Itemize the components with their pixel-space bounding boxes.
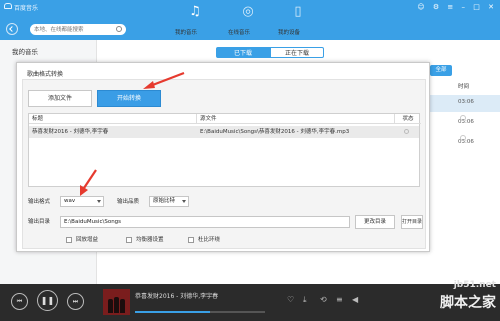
device-icon: ▯ — [294, 4, 302, 19]
row-action-icon[interactable] — [460, 135, 466, 141]
checkbox-box[interactable] — [66, 237, 72, 243]
annotation-arrow-icon — [143, 71, 185, 89]
dialog-title: 歌曲格式转换 — [27, 71, 64, 78]
row-status-cell — [395, 126, 419, 138]
column-source-header: 源文件 — [197, 114, 395, 124]
nav-online-music[interactable]: ◎ 在线音乐 — [228, 4, 268, 36]
change-dir-button[interactable]: 更改目录 — [355, 215, 395, 229]
annotation-arrow-icon — [80, 169, 97, 196]
output-dir-field[interactable]: E:\BaiduMusic\Songs — [60, 216, 350, 228]
column-time-header: 时间 — [458, 84, 470, 90]
settings-icon[interactable]: ⚙ — [433, 3, 439, 11]
nav-my-music-label: 我的音乐 — [175, 30, 198, 36]
nav-my-music[interactable]: ♫ 我的音乐 — [175, 4, 215, 36]
row-source-cell: E:\BaiduMusic\Songs\恭喜发财2016 - 刘德华,李宇春.m… — [200, 129, 350, 135]
output-quality-value: 原始比特 — [153, 198, 176, 204]
checkbox-box[interactable] — [126, 237, 132, 243]
back-button[interactable] — [6, 23, 18, 35]
search-input[interactable] — [34, 25, 110, 34]
maximize-icon[interactable]: □ — [473, 3, 480, 11]
tab-downloading[interactable]: 正在下载 — [270, 47, 324, 58]
skin-icon[interactable]: ☺ — [417, 3, 424, 11]
search-icon[interactable] — [116, 26, 122, 32]
app-logo-icon — [4, 3, 12, 9]
next-icon[interactable]: ⏭ — [67, 293, 84, 310]
output-format-value: wav — [64, 198, 76, 204]
checkbox-label: 回放增益 — [76, 237, 99, 243]
column-status-header: 状态 — [395, 114, 421, 124]
menu-icon[interactable]: ≡ — [447, 3, 453, 11]
chevron-down-icon — [97, 200, 101, 203]
add-file-button[interactable]: 添加文件 — [28, 90, 92, 107]
watermark-name: 脚本之家 — [440, 295, 496, 311]
output-quality-label: 输出品质 — [117, 199, 140, 205]
open-dir-button[interactable]: 打开目录 — [401, 215, 423, 229]
download-icon[interactable]: ⤓ — [303, 295, 307, 305]
chevron-down-icon — [182, 200, 186, 203]
open-dir-label: 打开目录 — [402, 219, 423, 225]
output-quality-select[interactable]: 原始比特 — [149, 196, 189, 207]
start-convert-button[interactable]: 开始转换 — [97, 90, 161, 107]
volume-icon[interactable]: ◀ — [352, 295, 358, 304]
music-note-icon: ♫ — [189, 4, 201, 19]
column-title-header: 标题 — [29, 114, 197, 124]
table-row[interactable]: 恭喜发财2016 - 刘德华,李宇春 E:\BaiduMusic\Songs\恭… — [29, 126, 419, 138]
minimize-icon[interactable]: – — [462, 3, 466, 11]
progress-bar[interactable] — [135, 311, 265, 313]
row-title-cell: 恭喜发财2016 - 刘德华,李宇春 — [32, 129, 109, 135]
nav-my-device-label: 我的设备 — [278, 30, 301, 36]
nav-my-device[interactable]: ▯ 我的设备 — [278, 4, 318, 36]
tab-downloaded[interactable]: 已下载 — [216, 47, 270, 58]
sidebar-title: 我的音乐 — [12, 48, 38, 56]
nav-online-music-label: 在线音乐 — [228, 30, 251, 36]
heart-icon[interactable]: ♡ — [287, 295, 294, 304]
watermark: jb51.net 脚本之家 — [400, 280, 500, 321]
row-action-icon[interactable] — [460, 115, 466, 121]
window-controls: ☺ ⚙ ≡ – □ ✕ — [411, 3, 494, 11]
lyrics-icon[interactable]: ≡ — [336, 295, 343, 304]
repeat-icon[interactable]: ⟲ — [320, 295, 327, 304]
now-playing-title: 恭喜发财2016 - 刘德华,李宇春 — [135, 293, 219, 300]
output-dir-label: 输出目录 — [28, 219, 51, 225]
album-cover[interactable] — [103, 289, 130, 315]
progress-fill — [135, 311, 211, 313]
app-title: 百度音乐 — [14, 5, 39, 12]
status-icon — [404, 129, 409, 134]
pause-icon[interactable]: ❚❚ — [37, 290, 58, 311]
checkbox-box[interactable] — [188, 237, 194, 243]
album-figure — [114, 297, 119, 313]
watermark-url: jb51.net — [453, 280, 496, 290]
search-box[interactable] — [30, 24, 126, 35]
checkbox-label: 杜比环绕 — [198, 237, 221, 243]
globe-icon: ◎ — [242, 4, 254, 19]
time-cell: 03:06 — [458, 99, 474, 105]
dialog-body: 添加文件 开始转换 标题 源文件 状态 恭喜发财2016 - 刘德华,李宇春 E… — [22, 79, 426, 249]
album-figure — [108, 299, 113, 313]
output-format-label: 输出格式 — [28, 199, 51, 205]
album-figure — [120, 299, 125, 313]
previous-icon[interactable]: ⏮ — [11, 293, 28, 310]
close-icon[interactable]: ✕ — [488, 3, 494, 11]
format-convert-dialog: 歌曲格式转换 添加文件 开始转换 标题 源文件 状态 恭喜发财2016 - 刘德… — [16, 62, 430, 252]
app-header: 百度音乐 ♫ 我的音乐 ◎ 在线音乐 ▯ 我的设备 ☺ ⚙ ≡ – □ ✕ — [0, 0, 500, 40]
checkbox-label: 均衡器设置 — [136, 237, 164, 243]
select-all-button[interactable]: 全部 — [430, 65, 452, 76]
